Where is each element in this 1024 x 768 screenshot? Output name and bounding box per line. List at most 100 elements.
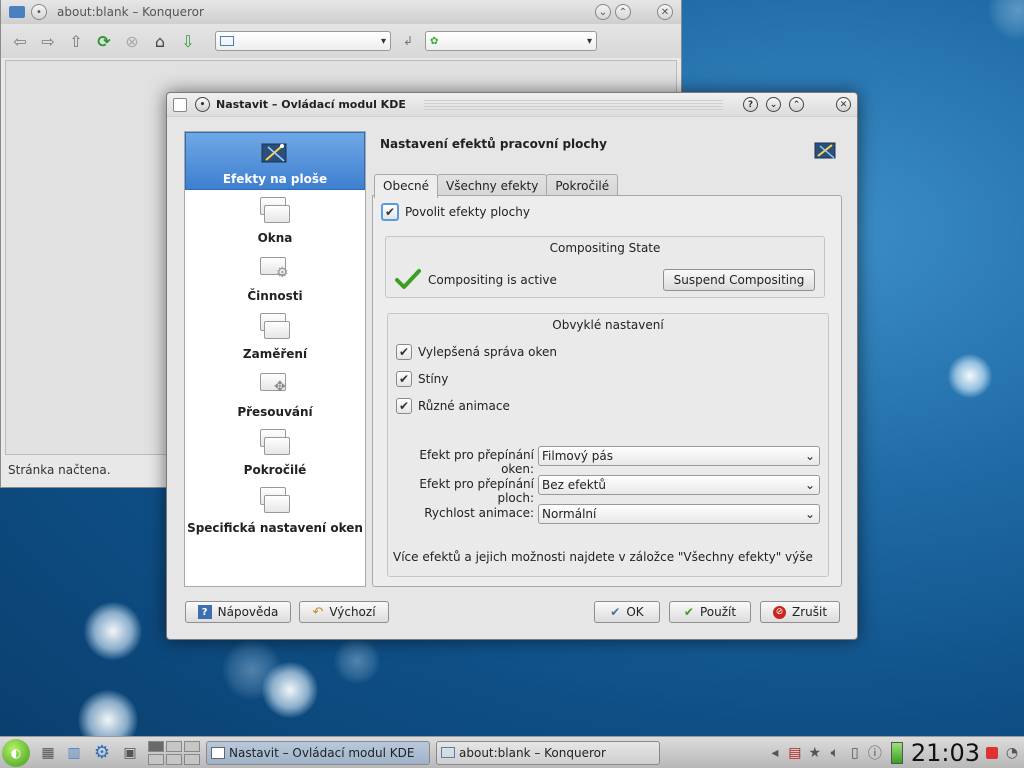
menu-icon[interactable]: • (31, 4, 47, 20)
task-settings[interactable]: Nastavit – Ovládací modul KDE (206, 740, 430, 765)
switch-windows-label: Efekt pro přepínání oken: (419, 448, 534, 476)
go-icon[interactable]: ↲ (397, 30, 419, 52)
keyboard-layout-flag-icon[interactable]: ▤ (785, 743, 805, 763)
pager-desktop[interactable] (148, 753, 164, 765)
switch-windows-select[interactable]: Filmový pás ⌄ (538, 446, 820, 466)
sidebar-item-advanced[interactable]: Pokročilé (185, 422, 365, 480)
tray-arrow-icon[interactable]: ◂ (765, 743, 785, 763)
search-combo[interactable]: ✿ ▾ (425, 31, 597, 51)
help-icon[interactable]: ? (743, 97, 758, 112)
konqueror-titlebar[interactable]: • about:blank – Konqueror ⌄ ⌃ ✕ (1, 0, 681, 24)
desktop-bokeh (334, 638, 380, 684)
improved-window-management-checkbox[interactable]: ✔ (396, 344, 412, 360)
option-row: ✔ Vylepšená správa oken (396, 344, 557, 360)
close-icon[interactable]: ✕ (657, 4, 673, 20)
star-icon[interactable]: ★ (805, 743, 825, 763)
chevron-down-icon: ⌄ (804, 507, 815, 521)
defaults-button[interactable]: ↶ Výchozí (299, 601, 389, 623)
group-title: Obvyklé nastavení (552, 318, 664, 332)
folder-icon (9, 6, 25, 18)
sidebar-item-windows[interactable]: Okna (185, 190, 365, 248)
up-icon[interactable]: ⇧ (65, 30, 87, 52)
home-icon[interactable]: ⌂ (149, 30, 171, 52)
sidebar-item-moving[interactable]: ✥ Přesouvání (185, 364, 365, 422)
settings-dialog: • Nastavit – Ovládací modul KDE ? ⌄ ⌃ ✕ … (166, 92, 858, 640)
download-icon[interactable]: ⇩ (177, 30, 199, 52)
animations-checkbox[interactable]: ✔ (396, 398, 412, 414)
clock[interactable]: 21:03 (911, 739, 980, 767)
shadows-checkbox[interactable]: ✔ (396, 371, 412, 387)
check-icon: ✔ (610, 605, 621, 619)
window-icon (173, 97, 187, 112)
tab-general[interactable]: Obecné (374, 174, 439, 198)
sidebar-item-focus[interactable]: Zaměření (185, 306, 365, 364)
cashew-icon[interactable]: ◔ (1002, 743, 1022, 763)
folder-icon (441, 747, 455, 758)
sidebar-item-desktop-effects[interactable]: Efekty na ploše (185, 132, 365, 190)
desktop-pager[interactable] (148, 740, 200, 765)
cancel-button[interactable]: ⊘ Zrušit (760, 601, 840, 623)
file-manager-icon[interactable]: ▥ (64, 743, 84, 763)
select-value: Filmový pás (542, 449, 613, 463)
pager-desktop[interactable] (166, 753, 182, 765)
sidebar-item-label: Okna (257, 231, 293, 245)
switch-desktops-select[interactable]: Bez efektů ⌄ (538, 475, 820, 495)
sidebar-item-label: Přesouvání (237, 405, 313, 419)
clipboard-icon[interactable]: ▯ (845, 743, 865, 763)
reload-icon[interactable]: ⟳ (93, 30, 115, 52)
notification-icon[interactable] (986, 746, 998, 759)
enable-effects-checkbox[interactable]: ✔ (381, 203, 399, 221)
pager-desktop[interactable] (184, 740, 200, 752)
suspend-compositing-button[interactable]: Suspend Compositing (663, 269, 815, 291)
switch-desktops-label: Efekt pro přepínání ploch: (419, 477, 534, 505)
animation-speed-select[interactable]: Normální ⌄ (538, 504, 820, 524)
minimize-icon[interactable]: ⌄ (595, 4, 611, 20)
maximize-icon[interactable]: ⌃ (615, 4, 631, 20)
pager-desktop[interactable] (166, 740, 182, 752)
folder-view-icon[interactable]: ▦ (38, 743, 58, 763)
back-icon[interactable]: ⇦ (9, 30, 31, 52)
windows-icon (260, 197, 290, 227)
more-effects-hint: Více efektů a jejich možnosti najdete v … (393, 550, 813, 564)
task-label: Nastavit – Ovládací modul KDE (229, 745, 415, 760)
window-menu-icon[interactable]: • (195, 97, 210, 112)
maximize-icon[interactable]: ⌃ (789, 97, 804, 112)
battery-icon[interactable] (890, 741, 903, 764)
pager-desktop[interactable] (184, 753, 200, 765)
pager-desktop[interactable] (148, 740, 164, 752)
apply-button[interactable]: ✔ Použít (669, 601, 751, 623)
option-label: Stíny (418, 372, 449, 386)
help-button[interactable]: ? Nápověda (185, 601, 291, 623)
konqueror-title: about:blank – Konqueror (57, 5, 204, 19)
defaults-label: Výchozí (329, 605, 376, 619)
chevron-down-icon: ⌄ (804, 478, 815, 492)
sidebar-item-window-rules[interactable]: Specifická nastavení oken (185, 480, 365, 538)
desktop-bokeh (948, 354, 992, 398)
forward-icon[interactable]: ⇨ (37, 30, 59, 52)
sidebar-item-label: Zaměření (242, 347, 308, 361)
task-konqueror[interactable]: about:blank – Konqueror (436, 740, 660, 765)
minimize-icon[interactable]: ⌄ (766, 97, 781, 112)
option-row: ✔ Stíny (396, 371, 448, 387)
system-settings-icon[interactable]: ▣ (120, 743, 140, 763)
ok-button[interactable]: ✔ OK (594, 601, 660, 623)
search-provider-icon: ✿ (430, 35, 439, 47)
cancel-icon: ⊘ (772, 605, 786, 619)
desktop-effects-icon (260, 138, 290, 168)
dialog-titlebar[interactable]: • Nastavit – Ovládací modul KDE ? ⌄ ⌃ ✕ (167, 93, 857, 117)
compositing-state-group: Compositing State Compositing is active … (385, 236, 825, 298)
info-icon[interactable]: ⓘ (865, 743, 885, 763)
stop-icon[interactable]: ⊗ (121, 30, 143, 52)
desktop-bokeh (84, 602, 142, 660)
sidebar-item-activities[interactable]: ⚙ Činnosti (185, 248, 365, 306)
browser-icon[interactable]: ⚙ (92, 742, 112, 763)
location-combo[interactable]: ▾ (215, 31, 391, 51)
close-icon[interactable]: ✕ (836, 97, 851, 112)
volume-icon[interactable]: 🔈︎ (825, 743, 845, 763)
folder-icon (220, 36, 234, 46)
window-icon (211, 746, 225, 759)
help-icon: ? (197, 605, 212, 619)
tab-panel-general: ✔ Povolit efekty plochy Compositing Stat… (372, 195, 842, 587)
cancel-label: Zrušit (791, 605, 828, 619)
kickoff-launcher-icon[interactable]: ◐ (2, 738, 30, 767)
